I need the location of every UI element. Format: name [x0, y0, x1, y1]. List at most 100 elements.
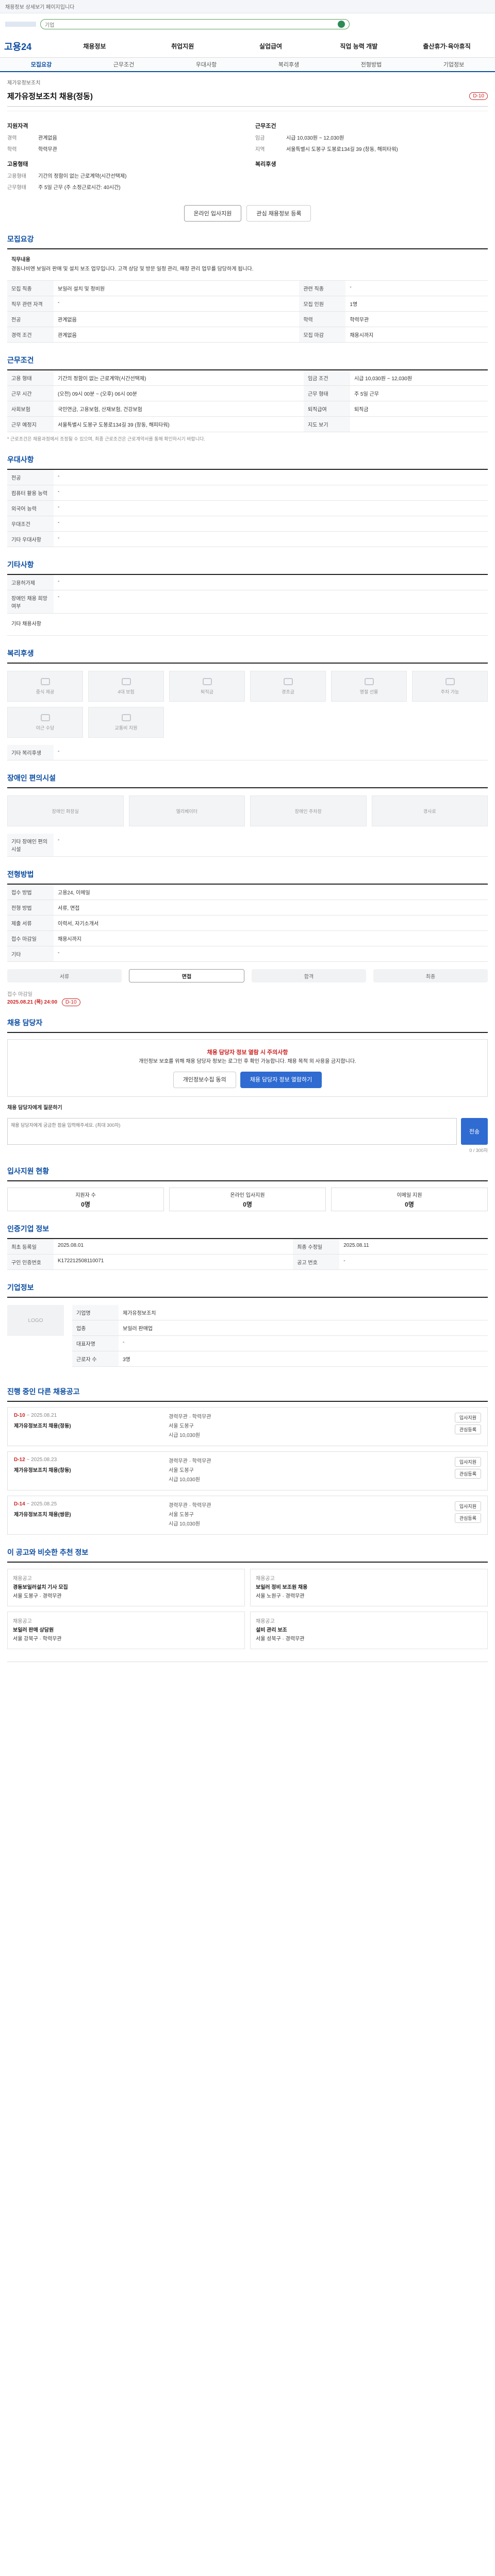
table-row: 접수 마감일 채용시까지: [7, 930, 488, 946]
manager-notice-text: 개인정보 보호를 위해 채용 담당자 정보는 로그인 후 확인 가능합니다. 채…: [139, 1059, 356, 1064]
tab-company[interactable]: 기업정보: [412, 60, 495, 69]
manager-buttons: 개인정보수집 동의 채용 담당자 정보 열람하기: [16, 1072, 479, 1088]
qa-input[interactable]: [7, 1118, 457, 1145]
disability-section: 장애인 편의시설 장애인 화장실 엘리베이터 장애인 주차장 경사로 기타 장애…: [7, 773, 488, 857]
table-row: 사회보험 국민연금, 고용보험, 산재보험, 건강보험 퇴직급여 퇴직금: [7, 401, 488, 417]
recommend-item[interactable]: 채용공고 보일러 정비 보조원 채용 서울 노원구 · 경력무관: [250, 1569, 488, 1606]
view-manager-button[interactable]: 채용 담당자 정보 열람하기: [240, 1072, 322, 1088]
table-key: 근무 시간: [7, 385, 54, 401]
qa-send-button[interactable]: 전송: [461, 1118, 488, 1145]
table-value: 시급 10,030원 ~ 12,030원: [350, 370, 488, 386]
welfare-label: 교통비 지원: [114, 725, 138, 731]
recommend-item[interactable]: 채용공고 보일러 판매 상담원 서울 강북구 · 학력무관: [7, 1612, 245, 1649]
card-scrap-button[interactable]: 관심등록: [454, 1469, 481, 1479]
tab-conditions[interactable]: 근무조건: [82, 60, 165, 69]
card-scrap-button[interactable]: 관심등록: [454, 1425, 481, 1434]
table-key: 고용 형태: [7, 370, 54, 386]
recommend-item[interactable]: 채용공고 설비 관리 보조 서울 성북구 · 경력무관: [250, 1612, 488, 1649]
apply-button[interactable]: 온라인 입사지원: [184, 205, 242, 222]
card-info: 서울 도봉구: [169, 1423, 194, 1429]
search-icon[interactable]: [338, 21, 345, 28]
card-info: 경력무관 · 학력무관: [169, 1459, 211, 1464]
job-desc-title: 직무내용: [11, 257, 30, 263]
tab-welfare[interactable]: 복리후생: [248, 60, 330, 69]
rec-tag: 채용공고: [13, 1576, 32, 1582]
welfare-title: 복리후생: [7, 648, 488, 664]
job-card-left: D-14 ~ 2025.08.25 제가유정보조치 채용(쌍문): [14, 1501, 169, 1529]
welfare-label: 주차 가능: [440, 689, 459, 694]
rec-name[interactable]: 경동보일러설치 기사 모집: [13, 1585, 68, 1590]
rec-sub: 서울 도봉구 · 경력무관: [13, 1594, 62, 1599]
company-table: 기업명 제가유정보조치 업종 보일러 판매업 대표자명 - 근로자 수 3명: [72, 1305, 488, 1367]
table-row: 전형 방법 서류, 면접: [7, 900, 488, 916]
summary-qualification-title: 지원자격: [7, 123, 28, 129]
table-key: 접수 마감일: [7, 930, 54, 946]
table-key: 기타 복리후생: [7, 745, 54, 760]
consent-button[interactable]: 개인정보수집 동의: [173, 1072, 236, 1088]
gnb-item-leave[interactable]: 출산휴가·육아휴직: [403, 42, 491, 50]
summary-employment-title: 고용형태: [7, 161, 28, 167]
search-input[interactable]: 기업: [40, 19, 350, 29]
rec-name[interactable]: 보일러 판매 상담원: [13, 1628, 54, 1633]
summary-row: 경력 관계없음: [7, 133, 240, 144]
job-card[interactable]: D-12 ~ 2025.08.23 제가유정보조치 채용(창동) 경력무관 · 학…: [7, 1451, 488, 1490]
site-logo[interactable]: 고용24: [4, 40, 51, 53]
job-card-info: 경력무관 · 학력무관 서울 도봉구 시급 10,030원: [169, 1413, 440, 1440]
gnb-item-benefit[interactable]: 실업급여: [227, 42, 315, 50]
welfare-item: 야근 수당: [7, 707, 83, 738]
table-value: -: [54, 516, 488, 532]
tab-recruit[interactable]: 모집요강: [0, 60, 82, 69]
table-key: 모집 마감: [299, 327, 346, 343]
table-value: 보일러 설치 및 정비원: [54, 281, 300, 296]
footer: [7, 1662, 488, 1682]
welfare-extra-table: 기타 복리후생 -: [7, 745, 488, 760]
table-value: (오전) 09시 00분 ~ (오후) 06시 00분: [54, 385, 304, 401]
table-value: 서울특별시 도봉구 도봉로134길 39 (창동, 해피타워): [54, 416, 304, 432]
job-title: 제가유정보조치 채용(정동): [7, 92, 93, 101]
applicants-section: 입사지원 현황 지원자 수 0명 온라인 입사지원 0명 이메일 지원 0명: [7, 1166, 488, 1211]
card-title[interactable]: 제가유정보조치 채용(정동): [14, 1421, 169, 1429]
recommend-item[interactable]: 채용공고경동보일러설치 기사 모집서울 도봉구 · 경력무관: [7, 1569, 245, 1606]
recommend-title: 이 공고와 비슷한 추천 정보: [7, 1547, 488, 1563]
tab-preference[interactable]: 우대사항: [165, 60, 248, 69]
company-title: 기업정보: [7, 1282, 488, 1298]
job-card-left: D-10 ~ 2025.08.21 제가유정보조치 채용(정동): [14, 1413, 169, 1440]
card-scrap-button[interactable]: 관심등록: [454, 1513, 481, 1523]
applicants-title: 입사지원 현황: [7, 1166, 488, 1181]
others-section: 진행 중인 다른 채용공고 D-10 ~ 2025.08.21 제가유정보조치 채…: [7, 1386, 488, 1535]
disability-title: 장애인 편의시설: [7, 773, 488, 788]
stat-item: 이메일 지원 0명: [331, 1188, 488, 1211]
table-value: 고용24, 이메일: [54, 885, 488, 900]
table-key: 전공: [7, 470, 54, 485]
table-value: -: [54, 834, 488, 857]
welfare-item: 퇴직금: [169, 671, 245, 702]
tab-selection[interactable]: 전형방법: [330, 60, 412, 69]
table-key: 퇴직급여: [303, 401, 350, 417]
job-card[interactable]: D-14 ~ 2025.08.25 제가유정보조치 채용(쌍문) 경력무관 · 학…: [7, 1496, 488, 1535]
top-notice-text: 채용정보 상세보기 페이지입니다: [5, 5, 75, 10]
gnb-item-jobs[interactable]: 채용정보: [51, 42, 139, 50]
gnb-item-support[interactable]: 취업지원: [139, 42, 227, 50]
rec-name[interactable]: 설비 관리 보조: [256, 1628, 287, 1633]
stat-label: 지원자 수: [75, 1192, 96, 1198]
job-card-info: 경력무관 · 학력무관 서울 도봉구 시급 10,030원: [169, 1501, 440, 1529]
table-key: 사회보험: [7, 401, 54, 417]
table-key: 학력: [299, 311, 346, 327]
card-info: 경력무관 · 학력무관: [169, 1414, 211, 1420]
card-title[interactable]: 제가유정보조치 채용(창동): [14, 1466, 169, 1473]
gnb-item-training[interactable]: 직업 능력 개발: [315, 42, 403, 50]
job-card[interactable]: D-10 ~ 2025.08.21 제가유정보조치 채용(정동) 경력무관 · 학…: [7, 1407, 488, 1446]
card-dday: D-10: [14, 1413, 25, 1418]
card-title[interactable]: 제가유정보조치 채용(쌍문): [14, 1510, 169, 1518]
card-apply-button[interactable]: 입사지원: [454, 1457, 481, 1467]
scrap-button[interactable]: 관심 채용정보 등록: [246, 205, 311, 222]
rec-name[interactable]: 보일러 정비 보조원 채용: [256, 1585, 307, 1590]
card-apply-button[interactable]: 입사지원: [454, 1501, 481, 1511]
card-apply-button[interactable]: 입사지원: [454, 1413, 481, 1422]
qa-count: 0 / 300자: [469, 1148, 488, 1153]
table-key: 고용허가제: [7, 575, 54, 590]
table-key: 기타: [7, 946, 54, 962]
table-row: 직무 관련 자격 - 모집 인원 1명: [7, 296, 488, 312]
map-button[interactable]: [350, 416, 488, 432]
global-nav: 고용24 채용정보 취업지원 실업급여 직업 능력 개발 출산휴가·육아휴직: [0, 35, 495, 58]
